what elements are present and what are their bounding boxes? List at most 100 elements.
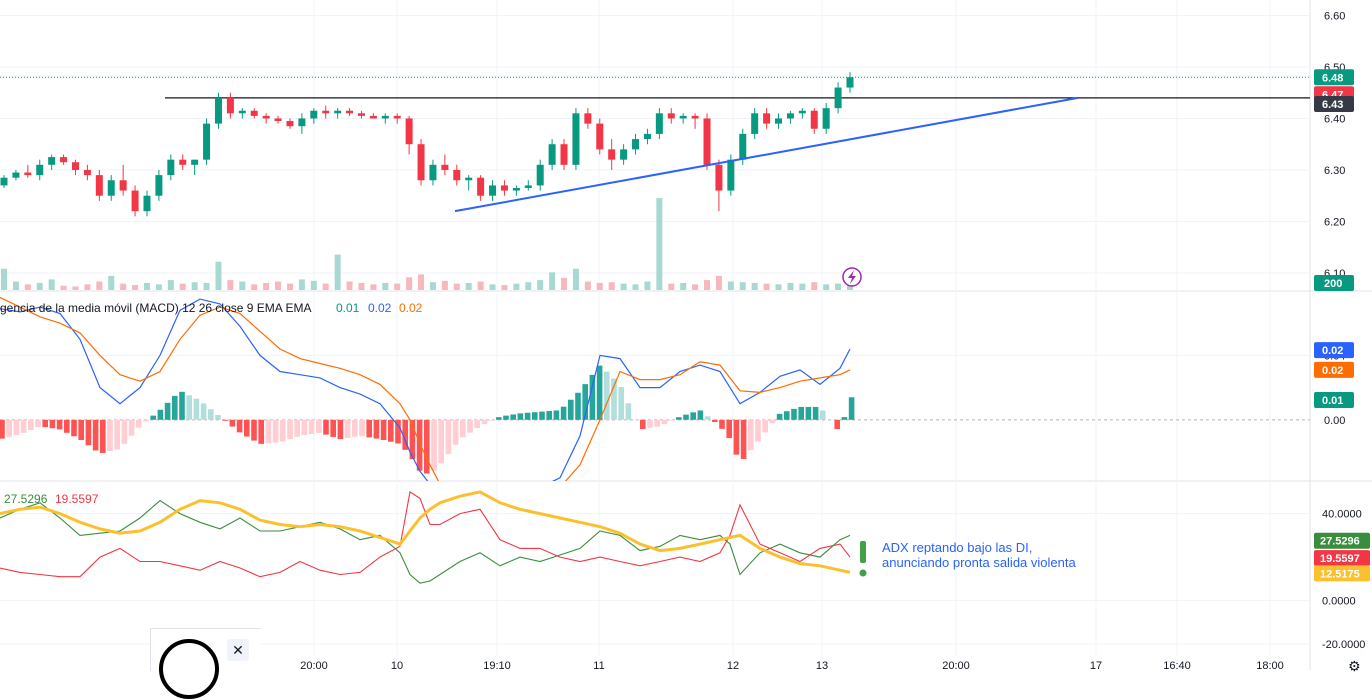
candle-body: [453, 170, 460, 180]
volume-bar: [25, 284, 31, 290]
volume-bar: [454, 284, 460, 290]
macd-histogram-bar: [244, 420, 250, 437]
macd-histogram-bar: [741, 420, 747, 459]
macd-histogram-bar: [42, 420, 48, 427]
candle-body: [739, 134, 746, 160]
candle-body: [644, 134, 651, 139]
adx-tick-label: 0.0000: [1322, 596, 1356, 608]
candle-body: [811, 111, 818, 129]
macd-histogram-bar: [849, 397, 855, 420]
volume-bar: [835, 284, 841, 290]
candle-body: [620, 149, 627, 159]
candle-body: [656, 113, 663, 134]
candle-body: [501, 185, 508, 190]
macd-histogram-bar: [280, 420, 286, 442]
volume-bar: [478, 282, 484, 290]
volume-bar: [501, 285, 507, 290]
volume-bar: [549, 272, 555, 290]
macd-histogram-bar: [669, 420, 675, 421]
candle-body: [429, 165, 436, 180]
time-tick-label: 20:00: [300, 660, 328, 670]
volume-bar: [370, 284, 376, 290]
candle-body: [167, 160, 174, 175]
candle-body: [334, 111, 341, 114]
macd-histogram-bar: [748, 420, 754, 450]
volume-bar: [13, 282, 19, 290]
macd-histogram-bar: [129, 420, 135, 436]
candle-body: [179, 160, 186, 165]
price-tick-label: 6.40: [1324, 113, 1345, 125]
macd-histogram-bar: [618, 387, 624, 420]
candle-body: [596, 124, 603, 150]
macd-histogram-bar: [834, 420, 840, 429]
macd-histogram-bar: [381, 420, 387, 440]
logo-icon: [159, 639, 219, 699]
volume-bar: [120, 284, 126, 290]
volume-bar: [323, 284, 329, 290]
candle-body: [96, 175, 103, 196]
volume-bar: [1, 269, 7, 290]
candle-body: [370, 116, 377, 119]
macd-histogram-bar: [712, 420, 718, 422]
close-button[interactable]: ✕: [227, 639, 249, 661]
volume-bar: [215, 262, 221, 290]
macd-histogram-bar: [294, 420, 300, 437]
candle-body: [465, 178, 472, 181]
macd-histogram-bar: [554, 410, 560, 419]
candle-body: [477, 178, 484, 196]
candle-body: [704, 118, 711, 164]
time-tick-label: 12: [727, 660, 739, 670]
macd-histogram-bar: [71, 420, 77, 436]
candle-body: [751, 113, 758, 134]
macd-histogram-bar: [640, 420, 646, 429]
time-tick-label: 10: [391, 660, 403, 670]
macd-histogram-bar: [165, 403, 171, 420]
candle-body: [692, 116, 699, 119]
macd-histogram-bar: [194, 399, 200, 420]
adx-tick-label: 40.0000: [1322, 509, 1362, 521]
volume-bar: [716, 276, 722, 290]
volume-bar: [132, 285, 138, 290]
volume-bar: [621, 284, 627, 290]
price-tag-label: 6.48: [1322, 72, 1343, 84]
candle-body: [72, 162, 79, 170]
adx-annotation-line: ADX reptando bajo las DI,: [882, 540, 1032, 555]
candle-body: [36, 165, 43, 175]
macd-histogram-bar: [143, 420, 149, 422]
volume-bar: [811, 282, 817, 290]
macd-histogram-bar: [366, 420, 372, 438]
macd-histogram-bar: [287, 420, 293, 439]
candle-body: [346, 111, 353, 114]
candle-body: [120, 180, 127, 190]
macd-histogram-bar: [474, 420, 480, 428]
candle-body: [263, 116, 270, 119]
volume-bar: [513, 284, 519, 290]
candle-body: [787, 113, 794, 118]
volume-bar: [144, 283, 150, 290]
macd-histogram-bar: [330, 420, 336, 437]
macd-histogram-bar: [21, 420, 27, 433]
macd-histogram-bar: [136, 420, 142, 428]
volume-bar: [728, 282, 734, 290]
volume-bar: [573, 269, 579, 290]
macd-histogram-bar: [114, 420, 120, 450]
macd-histogram-bar: [590, 375, 596, 420]
di-minus-line: [0, 492, 850, 577]
candle-body: [394, 116, 401, 119]
volume-bar: [799, 284, 805, 290]
macd-histogram-bar: [489, 420, 495, 421]
candle-body: [561, 144, 568, 165]
gear-icon[interactable]: ⚙: [1348, 658, 1361, 675]
candle-body: [275, 118, 282, 121]
chart-canvas[interactable]: 6.606.506.406.306.206.106.486.476.432000…: [0, 0, 1372, 670]
macd-histogram-bar: [683, 415, 689, 420]
volume-bar: [776, 284, 782, 290]
macd-histogram-bar: [122, 420, 128, 444]
volume-bar: [156, 284, 162, 290]
candle-body: [358, 113, 365, 116]
macd-histogram-bar: [842, 417, 848, 420]
macd-histogram-bar: [446, 420, 452, 454]
volume-bar: [287, 284, 293, 290]
macd-histogram-bar: [482, 420, 488, 424]
candle-body: [418, 144, 425, 180]
